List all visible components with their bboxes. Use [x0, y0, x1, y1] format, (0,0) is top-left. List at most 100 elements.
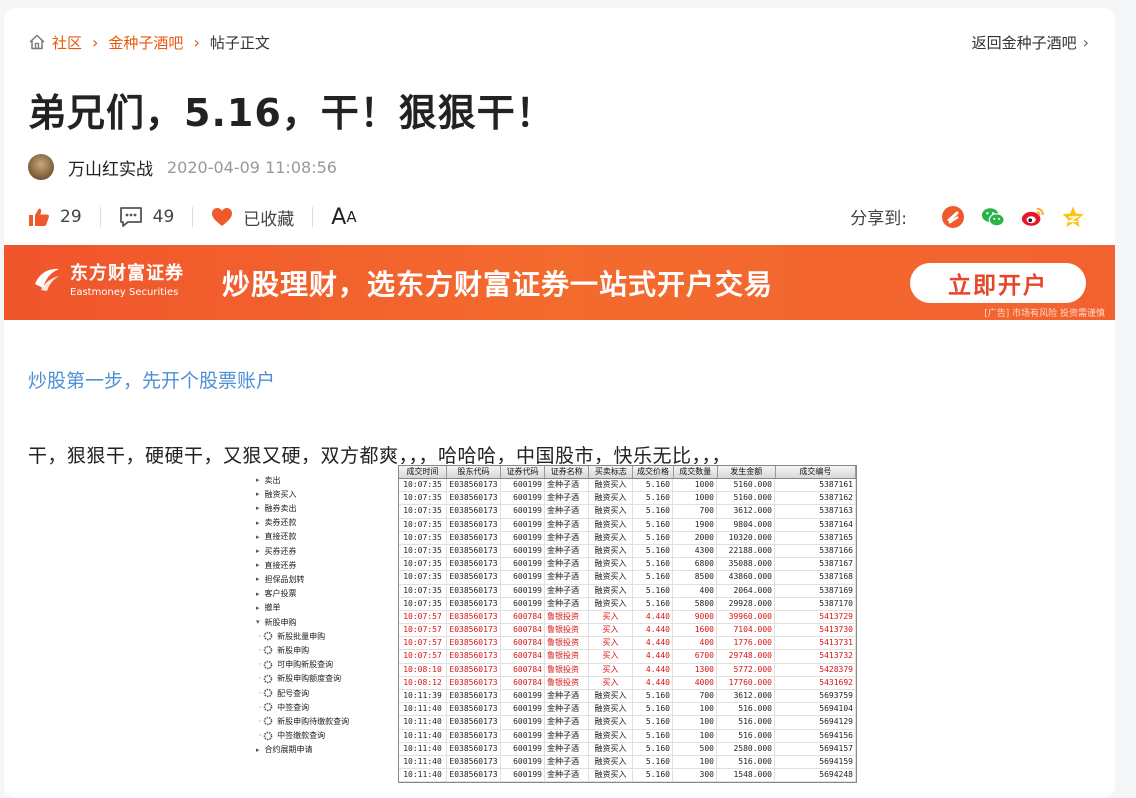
- table-cell: 鲁银投资: [545, 624, 589, 637]
- table-cell: 5693759: [775, 690, 856, 703]
- back-link-label[interactable]: 返回金种子酒吧: [972, 32, 1077, 53]
- trade-table: 成交时间 股东代码 证券代码 证券名称 买卖标志 成交价格 成交数量 发生金额 成交编号 10:…: [398, 465, 857, 784]
- tree-item: ▸ 直接还券: [256, 559, 297, 571]
- thumbs-up-icon: [29, 208, 49, 226]
- table-cell: 9000: [673, 610, 717, 624]
- breadcrumb-community[interactable]: 社区: [52, 32, 82, 53]
- tree-item-label: 中签缴款查询: [277, 731, 326, 741]
- breadcrumb-forum[interactable]: 金种子酒吧: [108, 32, 183, 53]
- table-cell: 5.160: [633, 544, 673, 558]
- weibo-icon[interactable]: [1021, 205, 1045, 229]
- ad-banner[interactable]: 东方财富证券 Eastmoney Securities 炒股理财，选东方财富证券…: [4, 245, 1115, 320]
- table-cell: 10:07:57: [399, 637, 447, 650]
- tree-item: ·· 新股申购待缴款查询: [258, 715, 349, 727]
- back-to-forum-link[interactable]: 返回金种子酒吧 ›: [972, 32, 1089, 53]
- tree-item: ·· 新股申购额度查询: [258, 673, 341, 685]
- open-account-button[interactable]: 立即开户: [910, 263, 1086, 303]
- table-cell: 2064.000: [717, 584, 775, 597]
- table-cell: 600784: [501, 637, 545, 650]
- table-cell: 5387161: [775, 479, 856, 492]
- author-name[interactable]: 万山红实战: [68, 155, 153, 180]
- table-cell: 1600: [673, 624, 717, 637]
- table-cell: 金种子酒: [545, 492, 589, 505]
- table-row: 10:07:57 E038560173 600784 鲁银投资 买入 4.440 400 17…: [399, 637, 856, 651]
- table-cell: E038560173: [447, 505, 501, 518]
- favorite-label: 已收藏: [243, 209, 295, 230]
- avatar[interactable]: [28, 154, 54, 180]
- comment-button[interactable]: 49: [119, 206, 175, 228]
- table-cell: 5694159: [775, 755, 856, 769]
- table-cell: 5387170: [775, 597, 856, 610]
- gear-icon: [263, 731, 273, 740]
- table-cell: 5694156: [775, 729, 856, 742]
- table-cell: 9804.000: [717, 518, 775, 531]
- table-cell: 5431692: [775, 676, 856, 689]
- expand-arrow-icon: ▸: [256, 745, 260, 754]
- table-row: 10:07:35 E038560173 600199 金种子酒 融资买入 5.160 190…: [399, 518, 856, 532]
- tree-item: ▾ 新股申购: [256, 616, 297, 628]
- favorite-button[interactable]: 已收藏: [211, 205, 294, 230]
- comment-count: 49: [152, 207, 175, 227]
- table-cell: 7104.000: [717, 624, 775, 637]
- table-cell: 5387168: [775, 571, 856, 584]
- table-cell: E038560173: [447, 755, 501, 769]
- table-cell: 5.160: [633, 742, 673, 755]
- divider: [192, 207, 194, 227]
- table-cell: 鲁银投资: [545, 650, 589, 663]
- table-cell: 600199: [501, 544, 545, 558]
- toutiao-icon[interactable]: [941, 205, 965, 229]
- open-account-link[interactable]: 炒股第一步，先开个股票账户: [28, 366, 275, 393]
- table-cell: 融资买入: [589, 597, 633, 610]
- table-row: 10:11:40 E038560173 600199 金种子酒 融资买入 5.160 500…: [399, 742, 856, 756]
- table-cell: 10:07:35: [399, 492, 447, 505]
- collapse-arrow-icon: ▾: [256, 618, 260, 626]
- table-cell: 10:07:35: [399, 531, 447, 544]
- table-cell: 516.000: [717, 755, 775, 769]
- table-cell: 金种子酒: [545, 690, 589, 703]
- table-cell: 5387163: [775, 505, 856, 518]
- eastmoney-logo-icon: [35, 268, 59, 291]
- table-cell: 鲁银投资: [545, 637, 589, 650]
- table-row: 10:07:35 E038560173 600199 金种子酒 融资买入 5.160 680…: [399, 558, 856, 572]
- tree-connector: ··: [258, 716, 262, 726]
- qzone-icon[interactable]: [1061, 205, 1085, 229]
- table-cell: 5160.000: [717, 492, 775, 505]
- table-cell: 10320.000: [717, 531, 775, 544]
- table-cell: E038560173: [447, 544, 501, 558]
- table-cell: 5387165: [775, 531, 856, 544]
- table-cell: 5.160: [633, 571, 673, 584]
- table-cell: 5413729: [775, 610, 856, 624]
- table-row: 10:07:57 E038560173 600784 鲁银投资 买入 4.440 9000 3…: [399, 610, 856, 625]
- table-cell: 600199: [501, 505, 545, 518]
- table-cell: 5.160: [633, 597, 673, 610]
- table-cell: 1000: [673, 479, 717, 492]
- tree-item-label: 配号查询: [277, 688, 310, 698]
- wechat-icon[interactable]: [981, 205, 1005, 229]
- tree-item-label: 新股批量申购: [277, 631, 326, 641]
- table-cell: 600199: [501, 690, 545, 703]
- table-cell: 600199: [501, 571, 545, 584]
- table-cell: 5387169: [775, 584, 856, 597]
- page-title: 弟兄们，5.16，干！狠狠干！: [28, 91, 555, 135]
- tree-connector: ··: [258, 631, 262, 641]
- column-header: 证券名称: [545, 466, 590, 478]
- like-button[interactable]: 29: [28, 207, 82, 227]
- expand-arrow-icon: ▸: [256, 603, 260, 612]
- table-row: 10:07:35 E038560173 600199 金种子酒 融资买入 5.160 430…: [399, 544, 856, 559]
- font-size-toggle[interactable]: AA: [331, 205, 356, 230]
- column-header: 证券代码: [501, 466, 546, 478]
- table-cell: 5.160: [633, 558, 673, 571]
- font-size-large: A: [331, 204, 347, 230]
- table-cell: 3612.000: [717, 690, 775, 703]
- table-row: 10:11:40 E038560173 600199 金种子酒 融资买入 5.160 300…: [399, 769, 856, 783]
- table-cell: 300: [673, 769, 717, 782]
- table-cell: 买入: [589, 650, 633, 663]
- tree-item: ·· 中签缴款查询: [258, 730, 325, 742]
- table-cell: 700: [673, 505, 717, 518]
- table-cell: 8500: [673, 571, 717, 584]
- table-cell: 600199: [501, 584, 545, 597]
- home-icon[interactable]: [28, 33, 46, 51]
- table-cell: 2000: [673, 531, 717, 544]
- table-cell: 100: [673, 703, 717, 716]
- table-cell: 金种子酒: [545, 505, 589, 518]
